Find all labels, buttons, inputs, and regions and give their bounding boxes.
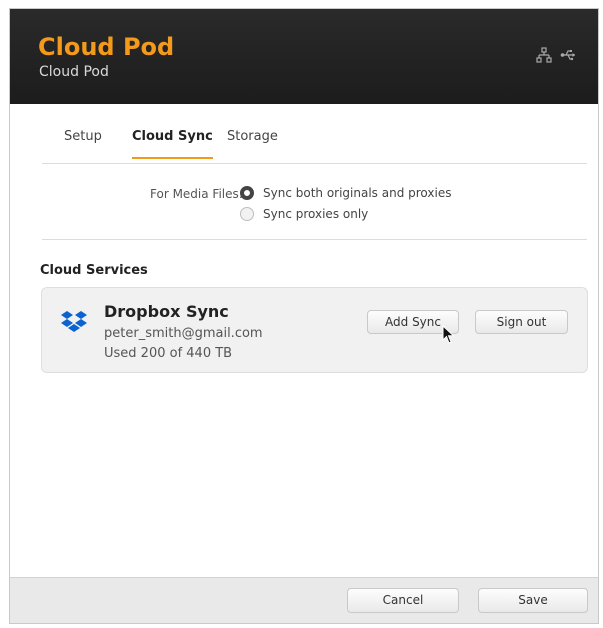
dropbox-icon	[60, 310, 88, 334]
tab-storage[interactable]: Storage	[227, 127, 278, 157]
tab-cloud-sync[interactable]: Cloud Sync	[132, 127, 213, 159]
header-status-icons	[536, 47, 576, 63]
dropbox-service-card: Dropbox Sync peter_smith@gmail.com Used …	[41, 287, 588, 373]
device-subtitle: Cloud Pod	[39, 64, 109, 80]
sign-out-button[interactable]: Sign out	[475, 310, 568, 334]
tab-setup[interactable]: Setup	[64, 127, 102, 157]
option-label: Sync both originals and proxies	[263, 186, 452, 200]
service-name: Dropbox Sync	[104, 302, 229, 321]
option-sync-proxies[interactable]: Sync proxies only	[240, 207, 368, 221]
app-window: Cloud Pod Cloud Pod Setup Cloud Sync Sto…	[9, 8, 599, 624]
media-files-label: For Media Files:	[150, 187, 243, 201]
service-account-email: peter_smith@gmail.com	[104, 326, 263, 341]
device-name: Cloud Pod	[38, 33, 175, 61]
usb-icon	[560, 47, 576, 63]
cancel-button[interactable]: Cancel	[347, 588, 459, 613]
device-header: Cloud Pod Cloud Pod	[10, 9, 598, 104]
option-sync-both[interactable]: Sync both originals and proxies	[240, 186, 451, 200]
service-storage-usage: Used 200 of 440 TB	[104, 346, 233, 361]
option-label: Sync proxies only	[263, 207, 369, 221]
section-divider	[42, 239, 587, 240]
radio-selected-icon[interactable]	[240, 186, 254, 200]
dialog-footer: Cancel Save	[10, 577, 598, 623]
settings-tabs: Setup Cloud Sync Storage	[42, 127, 587, 164]
network-icon	[536, 47, 552, 63]
mouse-pointer-icon	[442, 324, 456, 345]
cloud-services-title: Cloud Services	[40, 263, 148, 278]
save-button[interactable]: Save	[478, 588, 588, 613]
radio-unselected-icon[interactable]	[240, 207, 254, 221]
